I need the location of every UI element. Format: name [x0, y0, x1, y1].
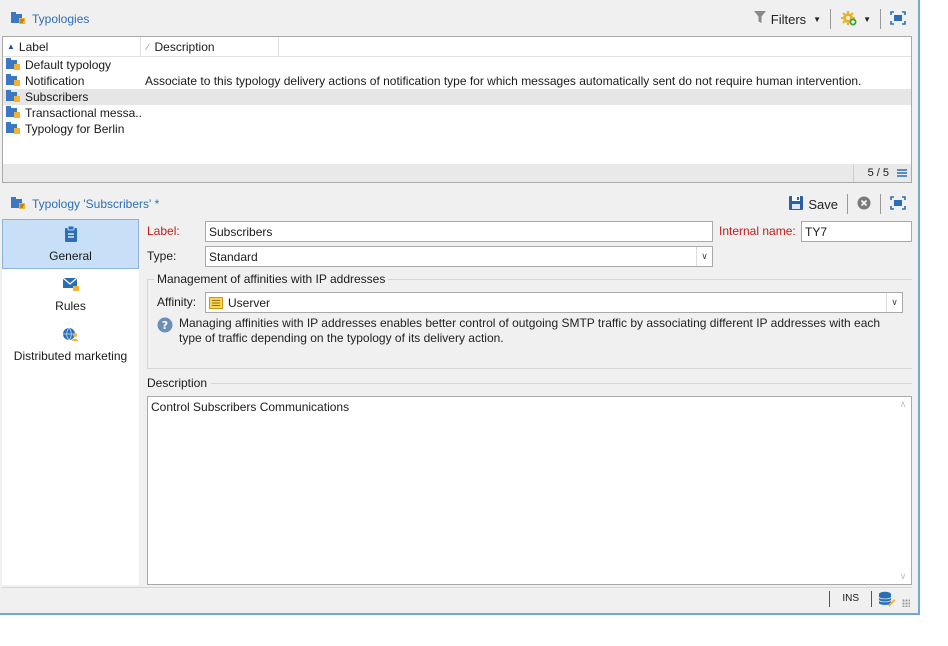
- typology-icon: [5, 121, 21, 138]
- list-title: Typologies: [10, 11, 89, 28]
- column-header-description[interactable]: ⁄ Description: [141, 37, 279, 56]
- list-toolbar: Typologies Filters ▼ ▼: [2, 4, 912, 34]
- typology-icon: [5, 105, 21, 122]
- affinity-group-title: Management of affinities with IP address…: [154, 272, 389, 286]
- detail-toolbar: Typology 'Subscribers' * Save: [2, 189, 912, 219]
- save-disk-icon: [788, 195, 804, 214]
- affinity-select[interactable]: Userver ∨: [205, 292, 903, 313]
- affinity-list-icon: [209, 296, 223, 309]
- maximize-icon: [890, 195, 906, 213]
- scroll-down-icon[interactable]: ∨: [900, 571, 907, 582]
- label-caption: Label:: [147, 224, 180, 238]
- detail-title-text: Typology 'Subscribers' *: [32, 197, 160, 211]
- scroll-up-icon[interactable]: ∧: [900, 399, 907, 410]
- clipboard-icon: [64, 225, 78, 245]
- chevron-down-icon: ▼: [813, 14, 822, 24]
- table-row[interactable]: Transactional messa...: [3, 105, 911, 121]
- insert-mode-indicator: INS: [829, 590, 872, 607]
- filter-funnel-icon: [753, 11, 766, 27]
- maximize-icon: [890, 10, 906, 28]
- affinity-value: Userver: [228, 295, 271, 310]
- toolbar-separator: [880, 9, 881, 29]
- typology-icon: [5, 73, 21, 90]
- tab-distributed-marketing[interactable]: Distributed marketing: [2, 319, 139, 369]
- tab-distributed-marketing-label: Distributed marketing: [13, 348, 128, 363]
- status-bar: INS: [2, 587, 912, 609]
- table-row[interactable]: Default typology: [3, 57, 911, 73]
- typology-folder-icon: [10, 196, 26, 213]
- grid-footer: 5 / 5: [3, 164, 911, 182]
- affinity-group: Management of affinities with IP address…: [147, 272, 912, 369]
- detail-sidebar: General Rules Distributed marketing: [2, 219, 139, 585]
- description-textarea[interactable]: Control Subscribers Communications ∧ ∨: [147, 396, 912, 585]
- type-select[interactable]: Standard ∨: [205, 246, 713, 267]
- tab-rules[interactable]: Rules: [2, 269, 139, 319]
- gear-add-icon: [840, 10, 858, 29]
- cancel-button[interactable]: [851, 192, 877, 216]
- internal-name-caption: Internal name:: [719, 224, 796, 238]
- description-divider: [211, 383, 912, 384]
- type-value: Standard: [209, 249, 258, 264]
- list-title-text: Typologies: [32, 12, 90, 26]
- typologies-grid: ▲ Label ⁄ Description Default typology N…: [2, 36, 912, 183]
- filters-button[interactable]: Filters ▼: [748, 7, 827, 31]
- tab-rules-label: Rules: [55, 298, 86, 313]
- toolbar-separator: [880, 194, 881, 214]
- sort-ascending-icon: ▲: [7, 42, 15, 51]
- type-caption: Type:: [147, 249, 177, 263]
- toolbar-separator: [830, 9, 832, 29]
- column-header-label-text: Label: [18, 39, 49, 54]
- tab-general-label: General: [49, 248, 92, 263]
- typology-window: Typologies Filters ▼ ▼ ▲ Label ⁄ Descrip…: [0, 0, 920, 615]
- tab-general[interactable]: General: [2, 219, 139, 269]
- typology-folder-icon: [10, 11, 26, 28]
- chevron-down-icon: ▼: [863, 14, 871, 24]
- affinity-hint-text: Managing affinities with IP addresses en…: [179, 316, 881, 345]
- label-input[interactable]: Subscribers: [205, 221, 713, 242]
- actions-menu-button[interactable]: ▼: [834, 7, 877, 31]
- description-caption: Description: [147, 376, 208, 390]
- row-description: Associate to this typology delivery acti…: [145, 74, 862, 88]
- chevron-down-icon[interactable]: ∨: [886, 293, 902, 312]
- sort-neutral-icon: ⁄: [147, 41, 149, 52]
- affinity-caption: Affinity:: [157, 295, 197, 309]
- typology-icon: [5, 89, 21, 106]
- table-row-selected[interactable]: Subscribers: [3, 89, 911, 105]
- table-row[interactable]: Notification Associate to this typology …: [3, 73, 911, 89]
- close-circle-icon: [857, 196, 871, 213]
- row-label: Default typology: [25, 58, 112, 72]
- typology-icon: [5, 57, 21, 74]
- globe-user-icon: [62, 326, 80, 345]
- column-header-description-text: Description: [154, 39, 215, 54]
- affinity-hint: ? Managing affinities with IP addresses …: [157, 316, 905, 346]
- resize-grip[interactable]: [902, 599, 910, 607]
- column-header-label[interactable]: ▲ Label: [3, 37, 141, 56]
- save-button[interactable]: Save: [782, 192, 844, 216]
- description-text: Control Subscribers Communications: [151, 400, 350, 414]
- help-icon: ?: [157, 317, 173, 346]
- filters-label: Filters: [770, 11, 807, 27]
- row-label: Notification: [25, 74, 85, 88]
- row-label: Subscribers: [25, 90, 89, 104]
- description-scrollbar[interactable]: ∧ ∨: [895, 397, 911, 584]
- save-label: Save: [808, 196, 838, 212]
- svg-text:?: ?: [162, 319, 168, 332]
- row-label: Transactional messa...: [25, 106, 141, 120]
- chevron-down-icon[interactable]: ∨: [696, 247, 712, 266]
- list-menu-icon[interactable]: [897, 167, 907, 181]
- rules-envelope-icon: [62, 276, 80, 295]
- grid-header: ▲ Label ⁄ Description: [3, 37, 911, 57]
- maximize-detail-button[interactable]: [884, 192, 912, 216]
- internal-name-input[interactable]: TY7: [801, 221, 912, 242]
- detail-title: Typology 'Subscribers' *: [10, 196, 159, 213]
- row-label: Typology for Berlin: [25, 122, 125, 136]
- table-row[interactable]: Typology for Berlin: [3, 121, 911, 137]
- maximize-list-button[interactable]: [884, 7, 912, 31]
- toolbar-separator: [847, 194, 848, 214]
